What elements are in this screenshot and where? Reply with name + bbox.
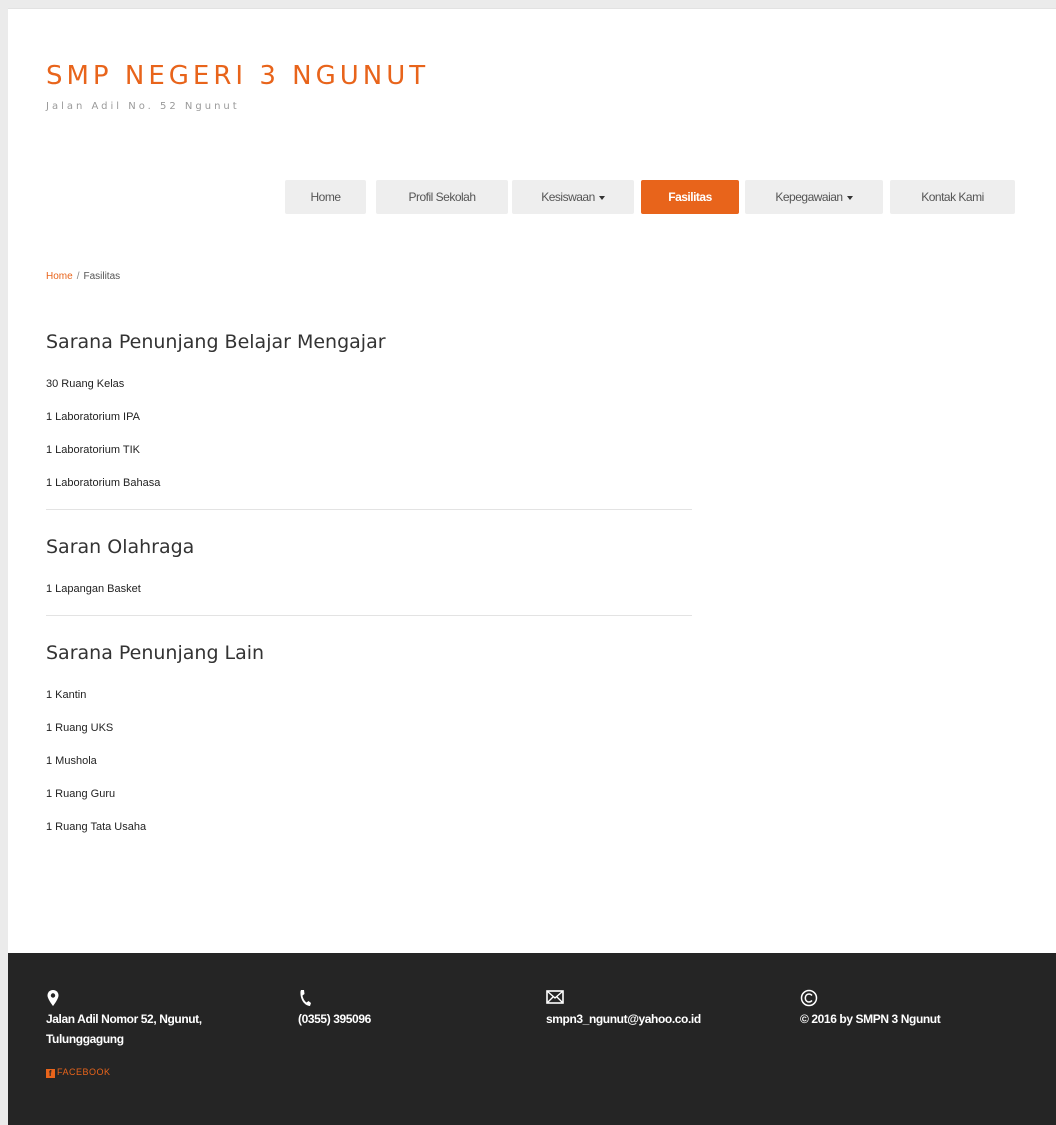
breadcrumb-home-link[interactable]: Home bbox=[46, 271, 73, 282]
footer-phone-text: (0355) 395096 bbox=[298, 1012, 371, 1026]
facebook-label: FACEBOOK bbox=[57, 1067, 111, 1077]
section-title: Sarana Penunjang Lain bbox=[46, 642, 265, 664]
nav-kepegawaian-label: Kepegawaian bbox=[775, 190, 843, 204]
nav-kesiswaan-label: Kesiswaan bbox=[541, 190, 595, 204]
footer: Jalan Adil Nomor 52, Ngunut, Tulunggagun… bbox=[8, 953, 1056, 1125]
footer-email: smpn3_ngunut@yahoo.co.id bbox=[546, 989, 766, 1029]
page: SMP NEGERI 3 NGUNUT Jalan Adil No. 52 Ng… bbox=[8, 8, 1056, 1125]
facility-item: 1 Laboratorium TIK bbox=[46, 444, 140, 456]
facility-item: 1 Lapangan Basket bbox=[46, 583, 141, 595]
footer-copyright: © 2016 by SMPN 3 Ngunut bbox=[800, 989, 1020, 1029]
nav-fasilitas-label: Fasilitas bbox=[668, 190, 712, 204]
facebook-icon: f bbox=[46, 1069, 55, 1078]
caret-down-icon bbox=[846, 195, 853, 200]
section-divider bbox=[46, 509, 692, 510]
footer-address-text: Jalan Adil Nomor 52, Ngunut, Tulunggagun… bbox=[46, 1012, 202, 1046]
nav-kontak-kami[interactable]: Kontak Kami bbox=[890, 180, 1015, 214]
site-brand: SMP NEGERI 3 NGUNUT Jalan Adil No. 52 Ng… bbox=[46, 61, 429, 112]
copyright-icon bbox=[800, 989, 1020, 1009]
breadcrumb: Home / Fasilitas bbox=[46, 271, 120, 282]
footer-copyright-text: © 2016 by SMPN 3 Ngunut bbox=[800, 1012, 941, 1026]
breadcrumb-separator: / bbox=[76, 271, 80, 282]
nav-fasilitas[interactable]: Fasilitas bbox=[641, 180, 739, 214]
site-title[interactable]: SMP NEGERI 3 NGUNUT bbox=[46, 61, 429, 91]
nav-home-label: Home bbox=[310, 190, 341, 204]
footer-email-text[interactable]: smpn3_ngunut@yahoo.co.id bbox=[546, 1009, 766, 1029]
facility-item: 1 Ruang Tata Usaha bbox=[46, 821, 147, 833]
section-title: Saran Olahraga bbox=[46, 536, 195, 558]
site-subtitle: Jalan Adil No. 52 Ngunut bbox=[46, 101, 240, 112]
facility-item: 1 Ruang UKS bbox=[46, 722, 114, 734]
facility-item: 1 Laboratorium Bahasa bbox=[46, 477, 161, 489]
facility-item: 1 Kantin bbox=[46, 689, 87, 701]
facility-item: 1 Mushola bbox=[46, 755, 97, 767]
breadcrumb-current: Fasilitas bbox=[83, 271, 121, 282]
section-title: Sarana Penunjang Belajar Mengajar bbox=[46, 331, 386, 353]
nav-home[interactable]: Home bbox=[285, 180, 366, 214]
facebook-link[interactable]: f FACEBOOK bbox=[46, 1067, 111, 1078]
nav-profil-sekolah[interactable]: Profil Sekolah bbox=[376, 180, 508, 214]
footer-address: Jalan Adil Nomor 52, Ngunut, Tulunggagun… bbox=[46, 989, 256, 1049]
facility-item: 1 Laboratorium IPA bbox=[46, 411, 140, 423]
facility-item: 30 Ruang Kelas bbox=[46, 378, 125, 390]
nav-profil-sekolah-label: Profil Sekolah bbox=[408, 190, 476, 204]
caret-down-icon bbox=[598, 195, 605, 200]
facility-item: 1 Ruang Guru bbox=[46, 788, 116, 800]
main-content: Sarana Penunjang Belajar Mengajar 30 Rua… bbox=[46, 327, 692, 853]
nav-kesiswaan[interactable]: Kesiswaan bbox=[512, 180, 634, 214]
nav-kepegawaian[interactable]: Kepegawaian bbox=[745, 180, 883, 214]
envelope-icon bbox=[546, 989, 766, 1009]
phone-icon bbox=[298, 989, 478, 1009]
nav-kontak-kami-label: Kontak Kami bbox=[921, 190, 984, 204]
map-pin-icon bbox=[46, 989, 256, 1009]
footer-phone: (0355) 395096 bbox=[298, 989, 478, 1029]
section-divider bbox=[46, 615, 692, 616]
